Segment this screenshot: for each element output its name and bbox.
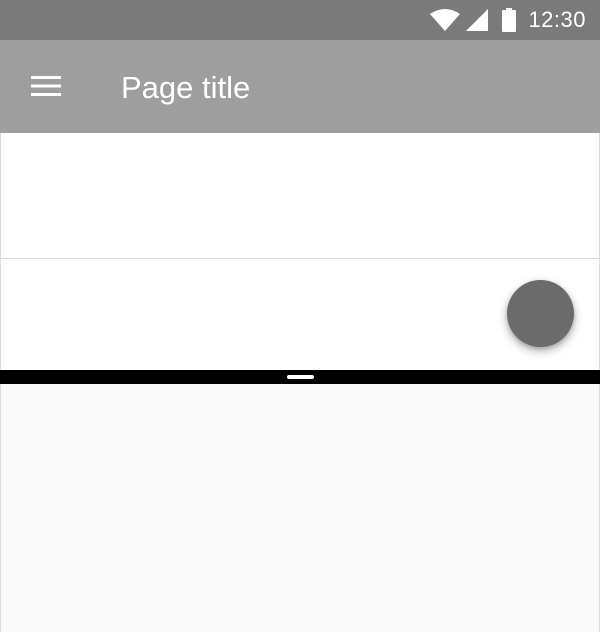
menu-button[interactable] [22, 64, 70, 112]
app-bar: Page title [0, 40, 600, 133]
menu-icon [31, 75, 61, 101]
split-screen-divider [0, 370, 600, 384]
battery-icon [502, 8, 517, 32]
status-bar: 12:30 [0, 0, 600, 40]
bottom-pane [0, 384, 600, 632]
divider-handle[interactable] [287, 375, 314, 379]
floating-action-button[interactable] [507, 280, 574, 347]
status-time: 12:30 [528, 7, 586, 32]
page-title: Page title [121, 70, 251, 105]
list-item[interactable] [1, 133, 599, 259]
status-icons: 12:30 [430, 0, 586, 40]
top-pane [0, 133, 600, 370]
signal-icon [466, 9, 489, 31]
wifi-icon [430, 9, 461, 31]
